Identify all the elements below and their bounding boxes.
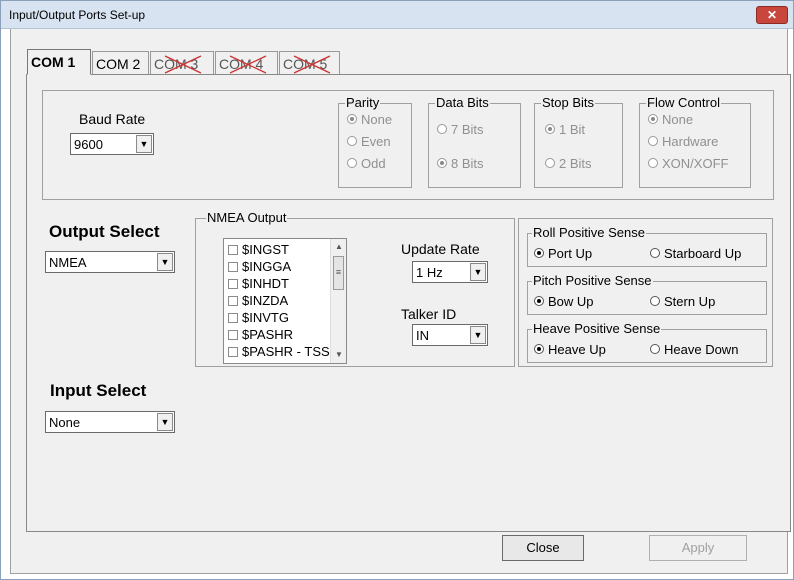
tab-com2[interactable]: COM 2	[92, 51, 149, 74]
input-select-label: Input Select	[50, 381, 147, 400]
close-button[interactable]: Close	[502, 535, 584, 561]
baud-rate-value: 9600	[74, 137, 103, 152]
chevron-down-icon: ▼	[157, 253, 173, 271]
heave-sense-group: Heave Positive Sense Heave Up Heave Down	[527, 322, 767, 363]
tab-com5[interactable]: COM 5	[279, 51, 340, 74]
title-bar: Input/Output Ports Set-up ✕	[1, 1, 793, 29]
cross-out-icon	[293, 55, 331, 74]
chevron-down-icon: ▼	[470, 263, 486, 281]
tab-com1[interactable]: COM 1	[27, 49, 91, 75]
flow-none-radio[interactable]: None	[648, 112, 693, 127]
input-select-combo[interactable]: None ▼	[45, 411, 175, 433]
stop-bits-1-radio[interactable]: 1 Bit	[545, 122, 585, 137]
flow-control-group: Flow Control None Hardware XON/XOFF	[639, 96, 751, 188]
parity-label: Parity	[345, 95, 381, 110]
roll-sense-label: Roll Positive Sense	[532, 225, 646, 240]
dialog-client: COM 1 COM 2 COM 3 COM 4 COM 5 Baud Rate …	[10, 29, 791, 574]
data-bits-7-radio[interactable]: 7 Bits	[437, 122, 484, 137]
list-item[interactable]: $PASHR - TSS	[228, 344, 330, 359]
talker-id-select[interactable]: IN ▼	[412, 324, 488, 346]
list-item[interactable]: $INHDT	[228, 276, 289, 291]
apply-button[interactable]: Apply	[649, 535, 747, 561]
parity-group: Parity None Even Odd	[338, 96, 412, 188]
checkbox[interactable]	[228, 279, 238, 289]
serial-settings-frame: Baud Rate 9600 ▼ Parity None Even Odd Da…	[42, 90, 774, 200]
list-item[interactable]: $INGST	[228, 242, 289, 257]
flow-xonxoff-radio[interactable]: XON/XOFF	[648, 156, 728, 171]
scroll-down-icon[interactable]: ▼	[331, 347, 346, 363]
talker-id-label: Talker ID	[401, 306, 457, 322]
pitch-sense-group: Pitch Positive Sense Bow Up Stern Up	[527, 274, 767, 315]
flow-control-label: Flow Control	[646, 95, 721, 110]
pitch-sense-label: Pitch Positive Sense	[532, 273, 653, 288]
checkbox[interactable]	[228, 296, 238, 306]
heave-sense-label: Heave Positive Sense	[532, 321, 662, 336]
tab-com4[interactable]: COM 4	[215, 51, 278, 74]
cross-out-icon	[229, 55, 267, 74]
nmea-output-label: NMEA Output	[206, 210, 288, 225]
stop-bits-group: Stop Bits 1 Bit 2 Bits	[534, 96, 623, 188]
dialog-window: Input/Output Ports Set-up ✕ COM 1 COM 2 …	[0, 0, 794, 580]
parity-odd-radio[interactable]: Odd	[347, 156, 386, 171]
nmea-sentence-list[interactable]: $INGST $INGGA $INHDT $INZDA $INVTG $PASH…	[223, 238, 347, 364]
parity-none-radio[interactable]: None	[347, 112, 392, 127]
stop-bits-2-radio[interactable]: 2 Bits	[545, 156, 592, 171]
talker-id-value: IN	[416, 328, 429, 343]
data-bits-group: Data Bits 7 Bits 8 Bits	[428, 96, 521, 188]
chevron-down-icon: ▼	[136, 135, 152, 153]
sense-settings-frame: Roll Positive Sense Port Up Starboard Up…	[518, 218, 773, 367]
chevron-down-icon: ▼	[157, 413, 173, 431]
nmea-output-group: NMEA Output $INGST $INGGA $INHDT $INZDA …	[195, 211, 515, 367]
pitch-stern-up-radio[interactable]: Stern Up	[650, 294, 715, 309]
roll-sense-group: Roll Positive Sense Port Up Starboard Up	[527, 226, 767, 267]
tab-com3[interactable]: COM 3	[150, 51, 214, 74]
flow-hardware-radio[interactable]: Hardware	[648, 134, 718, 149]
heave-down-radio[interactable]: Heave Down	[650, 342, 738, 357]
checkbox[interactable]	[228, 347, 238, 357]
checkbox[interactable]	[228, 330, 238, 340]
close-icon[interactable]: ✕	[756, 6, 788, 24]
checkbox[interactable]	[228, 313, 238, 323]
output-select-value: NMEA	[49, 255, 87, 270]
scroll-thumb[interactable]: ≡	[333, 256, 344, 290]
update-rate-value: 1 Hz	[416, 265, 443, 280]
update-rate-select[interactable]: 1 Hz ▼	[412, 261, 488, 283]
stop-bits-label: Stop Bits	[541, 95, 596, 110]
list-item[interactable]: $PASHR	[228, 327, 293, 342]
checkbox[interactable]	[228, 262, 238, 272]
data-bits-label: Data Bits	[435, 95, 490, 110]
scrollbar[interactable]: ▲ ≡ ▼	[330, 239, 346, 363]
list-item[interactable]: $INGGA	[228, 259, 291, 274]
list-item[interactable]: $INVTG	[228, 310, 289, 325]
output-select-label: Output Select	[49, 222, 160, 241]
roll-port-up-radio[interactable]: Port Up	[534, 246, 592, 261]
scroll-up-icon[interactable]: ▲	[331, 239, 346, 255]
heave-up-radio[interactable]: Heave Up	[534, 342, 606, 357]
roll-starboard-up-radio[interactable]: Starboard Up	[650, 246, 741, 261]
data-bits-8-radio[interactable]: 8 Bits	[437, 156, 484, 171]
parity-even-radio[interactable]: Even	[347, 134, 391, 149]
tab-panel: Baud Rate 9600 ▼ Parity None Even Odd Da…	[26, 74, 791, 532]
input-select-value: None	[49, 415, 81, 430]
list-item[interactable]: $INZDA	[228, 293, 288, 308]
tab-com2-label: COM 2	[96, 56, 141, 72]
checkbox[interactable]	[228, 245, 238, 255]
chevron-down-icon: ▼	[470, 326, 486, 344]
update-rate-label: Update Rate	[401, 241, 480, 257]
window-title: Input/Output Ports Set-up	[9, 8, 146, 22]
pitch-bow-up-radio[interactable]: Bow Up	[534, 294, 594, 309]
tab-com1-label: COM 1	[31, 54, 76, 70]
cross-out-icon	[164, 55, 202, 74]
baud-rate-label: Baud Rate	[79, 111, 146, 127]
output-select-combo[interactable]: NMEA ▼	[45, 251, 175, 273]
baud-rate-select[interactable]: 9600 ▼	[70, 133, 154, 155]
